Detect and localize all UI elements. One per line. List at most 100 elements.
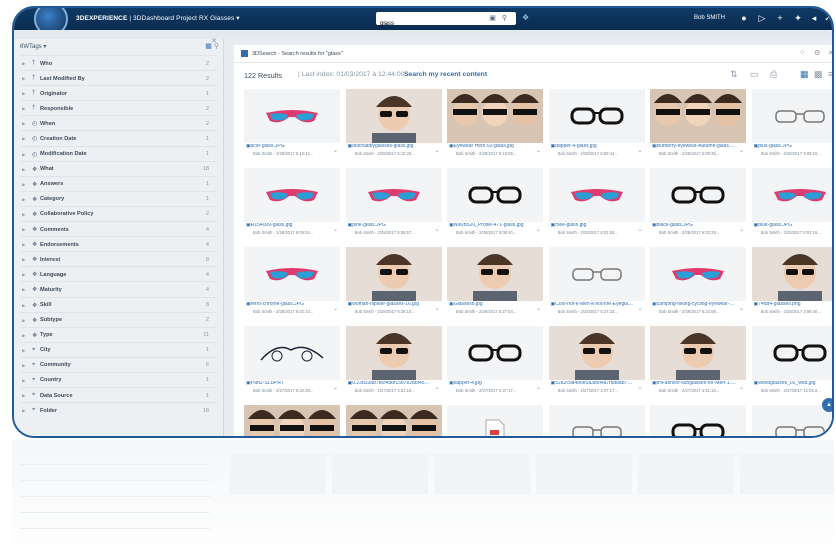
list-view-icon[interactable]: ≡	[828, 69, 832, 79]
result-tile[interactable]: 52a2c9a4b6e5a3b6f4a7f6d8ab76ee.jpgBob Sm…	[548, 326, 645, 400]
expand-arrow-icon[interactable]: ▶	[22, 167, 25, 173]
result-tile[interactable]	[650, 405, 746, 436]
chevron-down-icon[interactable]: ⌄	[536, 147, 541, 154]
result-name[interactable]: pink-glass.JPG	[348, 223, 432, 229]
facet-item[interactable]: ▶ ⌖ Folder 18	[20, 402, 217, 417]
chevron-down-icon[interactable]: ⌄	[637, 147, 642, 154]
result-name[interactable]: Part2-SLDPRT	[246, 381, 330, 387]
expand-arrow-icon[interactable]: ▶	[22, 363, 25, 369]
result-thumbnail[interactable]	[548, 168, 645, 222]
export-icon[interactable]: ▭	[750, 69, 759, 80]
result-tile[interactable]: Burberry-eyewear-Autumn-glass.jpgBob Smi…	[650, 89, 746, 163]
result-name[interactable]: woman-hipster-glasses-16.jpg	[348, 302, 432, 308]
result-tile[interactable]: f5ee-glass.jpgBob Smith - 2/28/2017 6:02…	[548, 168, 645, 242]
search-input[interactable]	[376, 17, 476, 31]
search-icon[interactable]: ⚲	[500, 14, 509, 23]
result-tile[interactable]: black-glass.JPGBob Smith - 2/28/2017 6:0…	[650, 168, 746, 242]
result-thumbnail[interactable]	[650, 168, 746, 222]
chevron-down-icon[interactable]: ⌄	[434, 384, 439, 391]
facet-item[interactable]: ▶ ⌖ Data Source 1	[20, 387, 217, 402]
result-thumbnail[interactable]	[244, 326, 340, 380]
result-thumbnail[interactable]	[548, 89, 645, 143]
facet-item[interactable]: ▶ ❖ Subtype 2	[20, 311, 217, 327]
result-name[interactable]: black-glass.JPG	[652, 223, 736, 229]
facet-item[interactable]: ▶ ❖ Skill 8	[20, 296, 217, 312]
print-icon[interactable]: ⎙	[770, 69, 777, 80]
chevron-down-icon[interactable]: ⌄	[333, 226, 338, 233]
result-name[interactable]: plus-glass.JPG	[754, 144, 833, 150]
result-thumbnail[interactable]	[345, 247, 442, 301]
expand-arrow-icon[interactable]: ▶	[22, 242, 25, 248]
result-thumbnail[interactable]	[447, 405, 543, 436]
facet-item[interactable]: ▶ ❖ Language 4	[20, 266, 217, 281]
result-tile[interactable]	[345, 405, 442, 436]
result-thumbnail[interactable]	[751, 168, 832, 222]
facet-item[interactable]: ▶ † Responsible 2	[20, 100, 217, 115]
sidebar-title[interactable]: 6WTags ▾	[20, 43, 46, 50]
result-tile[interactable]: Part2-SLDPRTBob Smith - 2/27/2017 5:20:3…	[244, 326, 340, 400]
chevron-down-icon[interactable]: ⌄	[434, 305, 439, 312]
result-name[interactable]: Glasses8.jpg	[449, 302, 533, 308]
refresh-icon[interactable]: ○	[800, 49, 804, 56]
result-tile[interactable]: 74dd4-glasses.pngBob Smith - 2/28/2017 3…	[751, 247, 833, 321]
result-name[interactable]: 74dd4-glasses.png	[754, 302, 833, 308]
result-thumbnail[interactable]	[447, 326, 543, 380]
result-thumbnail[interactable]	[751, 247, 832, 301]
expand-arrow-icon[interactable]: ▶	[22, 408, 25, 414]
result-name[interactable]: camping-hiking-cycling-eyewear-sport-gla…	[652, 302, 736, 308]
expand-arrow-icon[interactable]: ▶	[22, 318, 25, 324]
result-tile[interactable]: 0.23d33a87b6f4d8f15b7e2a6f45a.jpgBob Smi…	[345, 326, 442, 400]
result-tile[interactable]: IHFashion-sunglasses-for-Men-1.jpgBob Sm…	[650, 326, 746, 400]
chevron-down-icon[interactable]: ⌄	[637, 384, 642, 391]
result-thumbnail[interactable]	[244, 168, 340, 222]
expand-arrow-icon[interactable]: ▶	[22, 182, 25, 188]
facet-item[interactable]: ▶ ❖ Maturity 4	[20, 281, 217, 296]
expand-arrow-icon[interactable]: ▶	[22, 197, 25, 203]
result-name[interactable]: 52a2c9a4b6e5a3b6f4a7f6d8ab76ee.jpg	[551, 381, 634, 387]
result-thumbnail[interactable]	[244, 89, 340, 143]
result-thumbnail[interactable]	[548, 247, 645, 301]
result-name[interactable]: dapper-4-glass.jpg	[551, 144, 635, 150]
result-tile[interactable]	[447, 405, 543, 436]
result-name[interactable]: 0.23d33a87b6f4d8f15b7e2a6f45a.jpg	[348, 381, 431, 387]
chevron-down-icon[interactable]: ⌄	[536, 226, 541, 233]
result-name[interactable]: retro-chrome-glass.JPG	[246, 302, 330, 308]
expand-arrow-icon[interactable]: ▶	[22, 136, 25, 142]
recent-content-link[interactable]: Search my recent content	[404, 71, 487, 78]
chevron-down-icon[interactable]: ⌄	[333, 384, 338, 391]
expand-arrow-icon[interactable]: ▶	[22, 227, 25, 233]
result-name[interactable]: Eyewear Hero 02-glass.jpg	[449, 144, 533, 150]
chevron-down-icon[interactable]: ⌄	[637, 226, 642, 233]
expand-arrow-icon[interactable]: ▶	[22, 91, 25, 97]
facet-item[interactable]: ▶ † Who 2	[20, 55, 217, 70]
facet-item[interactable]: ▶ ⌖ Community 6	[20, 356, 217, 372]
notifications-icon[interactable]: ◂	[808, 12, 820, 24]
result-thumbnail[interactable]	[650, 326, 746, 380]
result-tile[interactable]: blue-glass.JPGBob Smith - 2/28/2017 6:02…	[751, 168, 832, 242]
facet-item[interactable]: ▶ ◴ Modification Date 1	[20, 145, 217, 161]
result-name[interactable]: dolchabbyglasses-glass.jpg	[348, 144, 432, 150]
expand-arrow-icon[interactable]: ▶	[22, 393, 25, 399]
expand-arrow-icon[interactable]: ▶	[22, 348, 25, 354]
result-thumbnail[interactable]	[650, 89, 746, 143]
result-name[interactable]: dapper-4.jpg	[449, 381, 533, 387]
result-name[interactable]: Cool-hot-k-Men-k-hot-fire-Eyeglasses-k-h…	[551, 302, 634, 308]
grid-view-icon[interactable]: ▦	[800, 69, 809, 80]
result-thumbnail[interactable]	[447, 168, 543, 222]
help-icon[interactable]: ✓	[822, 12, 832, 24]
result-name[interactable]: IHFashion-sunglasses-for-Men-1.jpg	[652, 381, 736, 387]
chevron-down-icon[interactable]: ⌄	[739, 384, 744, 391]
result-tile[interactable]: plus-glass.JPGBob Smith - 2/28/2017 6:09…	[751, 89, 833, 163]
user-name[interactable]: Bob SMITH	[694, 15, 725, 21]
result-thumbnail[interactable]	[345, 168, 442, 222]
expand-arrow-icon[interactable]: ▶	[22, 272, 25, 278]
expand-arrow-icon[interactable]: ▶	[22, 121, 25, 127]
result-tile[interactable]: Eyewear Hero 02-glass.jpgBob Smith - 2/2…	[447, 89, 543, 163]
result-tile[interactable]: scor-glass.JPGBob Smith - 2/28/2017 6:10…	[244, 89, 340, 163]
facet-item[interactable]: ▶ ❖ Comments 4	[20, 221, 217, 236]
share-icon[interactable]: ▷	[756, 12, 768, 24]
result-name[interactable]: NIKIB520_Profile-471-glass.jpg	[449, 223, 533, 229]
close-icon[interactable]: ✕	[828, 49, 832, 57]
result-thumbnail[interactable]	[244, 247, 340, 301]
expand-arrow-icon[interactable]: ▶	[22, 287, 25, 293]
